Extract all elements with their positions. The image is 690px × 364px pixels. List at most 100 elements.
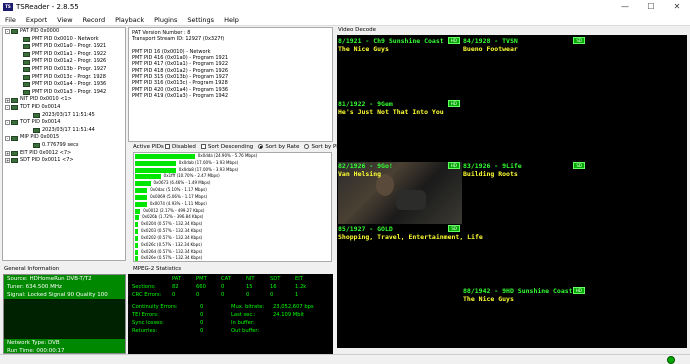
channel-tile[interactable]: 81/1922 - 9Gem He's Just Not That Into Yo… (338, 99, 462, 162)
program-title: Van Helsing (338, 170, 382, 178)
pid-rate-row[interactable]: 0x026e (0.57% - 132.34 Kbps) (134, 255, 331, 261)
channel-tile[interactable]: 84/1928 - TVSN Bueno Footwear SD (463, 37, 587, 99)
tree-item[interactable]: 2023/03/17 11:51:44 (3, 127, 125, 135)
pid-rate-row[interactable]: 0x0dac (5.10% - 1.17 Mbps) (134, 187, 331, 194)
menu-file[interactable]: File (0, 16, 21, 24)
channel-tile[interactable]: 8/1921 - Ch9 Sunshine Coast The Nice Guys… (338, 37, 462, 99)
pid-rate-label: 0x0dac (5.10% - 1.17 Mbps) (150, 187, 207, 193)
collapse-icon[interactable]: - (5, 29, 10, 35)
tree-item[interactable]: + NIT PID 0x0010 <1> (3, 96, 125, 104)
pid-rate-row[interactable]: 0x026c (0.57% - 132.34 Kbps) (134, 242, 331, 249)
general-info-line: Network Type: DVB (4, 339, 125, 347)
sections-value: 15 (246, 284, 253, 290)
tree-item[interactable]: - MIP PID 0x0015 (3, 134, 125, 142)
tree-item[interactable]: + SDT PID 0x0011 <7> (3, 157, 125, 165)
menu-settings[interactable]: Settings (182, 16, 219, 24)
general-info-line: Signal: Locked Signal 90 Quality 100 (4, 291, 125, 299)
menu-help[interactable]: Help (219, 16, 244, 24)
menu-export[interactable]: Export (21, 16, 52, 24)
active-pids-list[interactable]: 0x0dda (24.90% - 5.76 Mbps) 0x0dab (17.00… (133, 152, 332, 262)
program-title: He's Just Not That Into You (338, 107, 444, 116)
table-icon (23, 67, 30, 73)
tei-errors-label: TEI Errors: (132, 312, 159, 318)
collapse-icon[interactable]: - (5, 120, 10, 126)
minimize-button[interactable]: — (612, 0, 638, 14)
pid-rate-label: 0x026d (0.57% - 132.34 Kbps) (141, 248, 203, 254)
tree-item[interactable]: - TOT PID 0x0014 (3, 119, 125, 127)
channel-tile[interactable] (463, 100, 587, 162)
pid-rate-bar (135, 222, 138, 228)
pid-rate-row[interactable]: 0x1fff (10.70% - 2.47 Mbps) (134, 173, 331, 180)
pid-rate-label: 0x0dda (24.90% - 5.76 Mbps) (197, 153, 258, 158)
pid-rate-label: 0x026b (1.72% - 396.84 Kbps) (142, 214, 204, 220)
pid-rate-bar (135, 154, 195, 159)
pid-sort-options: Disabled Sort Descending Sort by Rate So… (165, 144, 342, 150)
menu-record[interactable]: Record (78, 16, 110, 24)
expand-icon[interactable]: + (5, 150, 10, 156)
tree-item[interactable]: PMT PID 0x01a1 - Progr. 1922 (3, 51, 125, 59)
tree-item[interactable]: + EIT PID 0x0012 <7> (3, 150, 125, 158)
pid-rate-label: 0x0dab (17.00% - 3.93 Mbps) (178, 159, 239, 165)
channel-tile[interactable]: 83/1926 - 9Life Building Roots SD (463, 162, 587, 224)
pid-rate-row[interactable]: 0x0dda (24.90% - 5.76 Mbps) (134, 153, 331, 160)
pid-rate-row[interactable]: 0x026d (0.57% - 132.34 Kbps) (134, 249, 331, 256)
returries-label: Returries: (132, 328, 158, 334)
collapse-icon[interactable]: - (5, 105, 10, 111)
last-sec-value: 24.109 Mbit (273, 312, 305, 318)
window-title: TSReader - 2.8.55 (16, 3, 79, 11)
hd-badge-icon: HD (572, 287, 585, 294)
pid-rate-row[interactable]: 0x0069 (5.06% - 1.17 Mbps) (134, 194, 331, 201)
tree-item[interactable]: PMT PID 0x01a4 - Progr. 1936 (3, 81, 125, 89)
title-bar: TS TSReader - 2.8.55 — ☐ ✕ (0, 0, 690, 14)
signal-status-icon (667, 356, 675, 364)
pid-rate-row[interactable]: 0x0204 (0.57% - 132.34 Kbps) (134, 221, 331, 228)
pid-tree[interactable]: - PAT PID 0x0000 PMT PID 0x0010 - Network P… (2, 27, 126, 261)
tree-item-label: 0.776799 secs (42, 141, 79, 148)
menu-view[interactable]: View (52, 16, 77, 24)
pid-rate-row[interactable]: 0x0dab (17.00% - 3.93 Mbps) (134, 160, 331, 167)
close-button[interactable]: ✕ (664, 0, 690, 14)
tree-item[interactable]: - PAT PID 0x0000 (3, 28, 125, 36)
tree-item[interactable]: PMT PID 0x01a3 - Progr. 1942 (3, 89, 125, 97)
collapse-icon[interactable]: - (5, 135, 10, 141)
tree-item-label: PMT PID 0x01a4 - Progr. 1936 (32, 81, 107, 88)
expand-icon[interactable]: + (5, 97, 10, 103)
channel-tile[interactable] (463, 225, 587, 287)
tree-item[interactable]: PMT PID 0x013c - Progr. 1928 (3, 74, 125, 82)
continuity-errors-value: 0 (200, 304, 204, 310)
menu-plugins[interactable]: Plugins (149, 16, 182, 24)
table-icon (23, 44, 30, 50)
status-bar (0, 354, 690, 364)
pid-rate-row[interactable]: 0x0673 (6.46% - 1.49 Mbps) (134, 180, 331, 187)
tree-item[interactable]: - TDT PID 0x0014 (3, 104, 125, 112)
sort-by-rate-radio[interactable]: Sort by Rate (258, 144, 299, 150)
tree-item[interactable]: PMT PID 0x01a0 - Progr. 1921 (3, 43, 125, 51)
tree-item-label: TDT PID 0x0014 (20, 103, 61, 110)
expand-icon[interactable]: + (5, 158, 10, 164)
pid-rate-label: 0x026e (0.57% - 132.34 Kbps) (141, 255, 203, 261)
tree-item[interactable]: PMT PID 0x013b - Progr. 1927 (3, 66, 125, 74)
tree-item[interactable]: 2023/03/17 11:51:45 (3, 112, 125, 120)
tree-item[interactable]: PMT PID 0x0010 - Network (3, 36, 125, 44)
channel-tile[interactable]: 82/1926 - 9Go! Van Helsing HD (338, 162, 462, 224)
pid-rate-row[interactable]: 0x0202 (0.57% - 132.34 Kbps) (134, 235, 331, 242)
menu-playback[interactable]: Playback (110, 16, 149, 24)
checkbox-icon (165, 144, 170, 149)
pid-rate-row[interactable]: 0x0da8 (17.00% - 3.93 Mbps) (134, 167, 331, 174)
maximize-button[interactable]: ☐ (638, 0, 664, 14)
channel-tile[interactable]: 88/1942 - 9HD Sunshine Coast The Nice Guy… (463, 287, 587, 348)
pid-rate-row[interactable]: 0x0203 (0.57% - 132.34 Kbps) (134, 228, 331, 235)
pid-rate-row[interactable]: 0x0074 (4.93% - 1.11 Mbps) (134, 201, 331, 208)
tree-item[interactable]: 0.776799 secs (3, 142, 125, 150)
pid-rate-row[interactable]: 0x026b (1.72% - 396.84 Kbps) (134, 214, 331, 221)
sync-losses-value: 0 (200, 320, 204, 326)
tree-item[interactable]: PMT PID 0x01a2 - Progr. 1926 (3, 58, 125, 66)
disabled-checkbox[interactable]: Disabled (165, 144, 196, 150)
video-decode-grid[interactable]: 8/1921 - Ch9 Sunshine Coast The Nice Guys… (337, 35, 687, 348)
general-info-line: Tuner: 634.500 MHz (4, 283, 125, 291)
pid-rate-row[interactable]: 0x0012 (2.17% - 499.27 Kbps) (134, 208, 331, 215)
channel-tile[interactable] (338, 287, 462, 348)
channel-tile[interactable]: 85/1927 - GOLD Shopping, Travel, Entertai… (338, 224, 483, 287)
pid-rate-label: 0x0069 (5.06% - 1.17 Mbps) (150, 193, 208, 199)
sort-descending-checkbox[interactable]: Sort Descending (200, 144, 253, 150)
